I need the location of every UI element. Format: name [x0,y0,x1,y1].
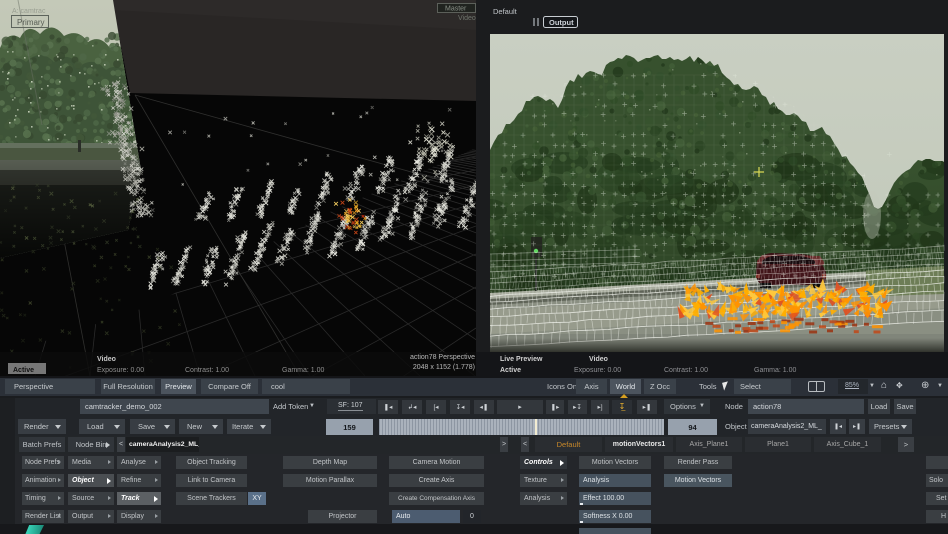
svg-text:Video: Video [458,15,476,22]
svg-text:Live Preview: Live Preview [500,356,543,363]
svg-text:Gamma: 1.00: Gamma: 1.00 [282,367,325,374]
svg-text:Active: Active [500,367,521,374]
svg-text:Default: Default [493,7,518,16]
svg-text:Video: Video [589,356,608,363]
svg-text:Master: Master [445,6,467,13]
svg-text:Active: Active [13,367,34,374]
svg-text:2048 x 1152 (1.778): 2048 x 1152 (1.778) [413,364,475,371]
svg-text:Exposure: 0.00: Exposure: 0.00 [97,367,144,374]
svg-text:Video: Video [97,356,116,363]
svg-text:Primary: Primary [17,18,45,27]
svg-text:Contrast: 1.00: Contrast: 1.00 [664,367,708,374]
svg-text:Gamma: 1.00: Gamma: 1.00 [754,367,797,374]
svg-text:Output: Output [549,18,574,27]
svg-text:A: camtrac: A: camtrac [12,8,46,15]
svg-text:action78 Perspective: action78 Perspective [410,354,475,361]
svg-text:Exposure: 0.00: Exposure: 0.00 [574,367,621,374]
svg-text:Contrast: 1.00: Contrast: 1.00 [185,367,229,374]
